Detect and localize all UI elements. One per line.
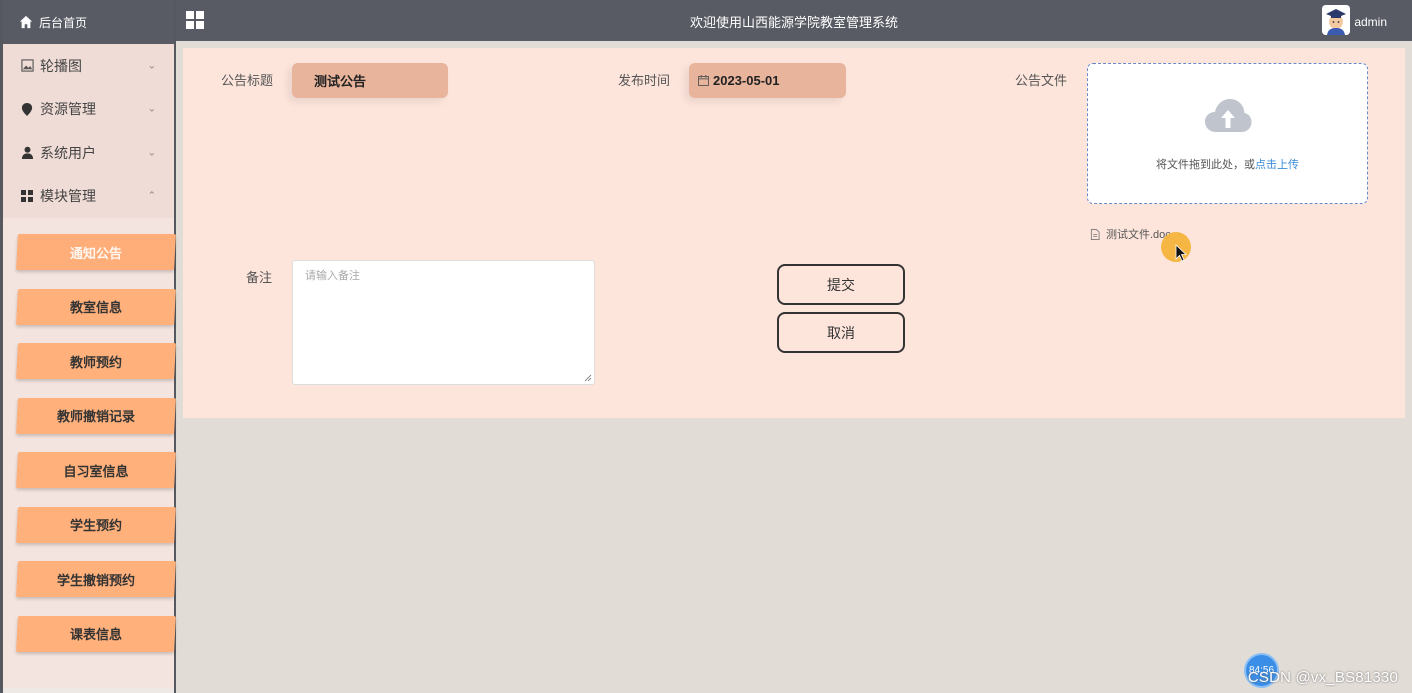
home-link[interactable]: 后台首页 <box>3 0 174 44</box>
sub-item-study-room[interactable]: 自习室信息 <box>17 452 175 488</box>
file-label: 公告文件 <box>1015 73 1068 88</box>
file-name: 测试文件.doc <box>1106 229 1171 241</box>
menu-label: 轮播图 <box>40 57 82 74</box>
menu-item-modules[interactable]: 模块管理 ⌃ <box>3 174 174 218</box>
sub-item-student-booking[interactable]: 学生预约 <box>17 507 175 543</box>
cloud-upload-icon <box>1205 99 1252 132</box>
remark-textarea[interactable]: 请输入备注 <box>292 260 595 385</box>
sub-item-label: 自习室信息 <box>63 463 129 479</box>
sub-item-label: 学生撤销预约 <box>56 572 135 588</box>
image-icon <box>20 59 34 73</box>
menu-item-users[interactable]: 系统用户 ⌄ <box>3 131 174 175</box>
date-label: 发布时间 <box>618 73 671 88</box>
sub-item-label: 通知公告 <box>69 245 122 261</box>
notice-form: 公告标题 测试公告 发布时间 2023-05-01 公告文件 将文件拖到此处，或… <box>183 48 1405 418</box>
chevron-down-icon: ⌄ <box>147 60 156 72</box>
user-icon <box>20 146 34 160</box>
watermark: CSDN @vx_BS81330 <box>1247 669 1398 686</box>
grid-icon <box>20 189 34 203</box>
date-picker[interactable]: 2023-05-01 <box>689 63 846 98</box>
submit-button[interactable]: 提交 <box>777 264 905 305</box>
home-label: 后台首页 <box>39 15 88 30</box>
sub-item-label: 教师撤销记录 <box>56 409 135 424</box>
home-icon <box>19 15 33 29</box>
upload-dropzone[interactable]: 将文件拖到此处，或点击上传 <box>1087 63 1368 204</box>
calendar-icon <box>698 75 709 86</box>
sidebar: 后台首页 轮播图 ⌄ 资源管理 ⌄ 系统用户 ⌄ 模块管理 ⌃ 通知公告 教室信… <box>0 0 176 693</box>
upload-text: 将文件拖到此处，或 <box>1156 159 1255 171</box>
menu-label: 模块管理 <box>40 188 96 205</box>
topbar: 欢迎使用山西能源学院教室管理系统 admin <box>176 0 1412 41</box>
title-value: 测试公告 <box>314 74 367 89</box>
resize-handle-icon[interactable] <box>584 374 592 382</box>
submenu-modules: 通知公告 教室信息 教师预约 教师撤销记录 自习室信息 学生预约 学生撤销预约 … <box>3 218 174 688</box>
remark-label: 备注 <box>246 270 273 285</box>
menu-label: 系统用户 <box>40 144 96 161</box>
menu-item-resources[interactable]: 资源管理 ⌄ <box>3 87 174 131</box>
sub-item-label: 学生预约 <box>69 518 122 533</box>
cancel-button[interactable]: 取消 <box>777 312 905 353</box>
document-icon <box>1090 228 1100 240</box>
sub-item-classroom[interactable]: 教室信息 <box>17 289 175 325</box>
title-input[interactable]: 测试公告 <box>292 63 448 98</box>
uploaded-file[interactable]: 测试文件.doc <box>1090 226 1171 242</box>
sub-item-label: 课表信息 <box>69 627 122 642</box>
menu-label: 资源管理 <box>40 101 96 118</box>
title-label: 公告标题 <box>221 73 274 88</box>
date-value: 2023-05-01 <box>713 73 780 88</box>
menu-item-carousel[interactable]: 轮播图 ⌄ <box>3 44 174 88</box>
sub-item-label: 教室信息 <box>69 300 122 315</box>
remark-placeholder: 请输入备注 <box>305 270 360 282</box>
mouse-cursor-icon <box>1175 244 1187 262</box>
location-icon <box>20 102 34 116</box>
sub-item-teacher-cancel[interactable]: 教师撤销记录 <box>17 398 175 434</box>
sub-item-label: 教师预约 <box>69 354 122 370</box>
upload-link[interactable]: 点击上传 <box>1255 159 1299 171</box>
avatar[interactable] <box>1322 5 1350 35</box>
sub-item-teacher-booking[interactable]: 教师预约 <box>17 343 175 379</box>
upload-hint: 将文件拖到此处，或点击上传 <box>1088 156 1367 172</box>
chevron-up-icon: ⌃ <box>147 190 156 202</box>
sub-item-student-cancel[interactable]: 学生撤销预约 <box>17 561 175 597</box>
chevron-down-icon: ⌄ <box>147 147 156 159</box>
chevron-down-icon: ⌄ <box>147 103 156 115</box>
sub-item-notice[interactable]: 通知公告 <box>17 234 175 270</box>
username[interactable]: admin <box>1354 15 1387 29</box>
sub-item-schedule[interactable]: 课表信息 <box>17 616 175 652</box>
page-title: 欢迎使用山西能源学院教室管理系统 <box>689 15 898 30</box>
